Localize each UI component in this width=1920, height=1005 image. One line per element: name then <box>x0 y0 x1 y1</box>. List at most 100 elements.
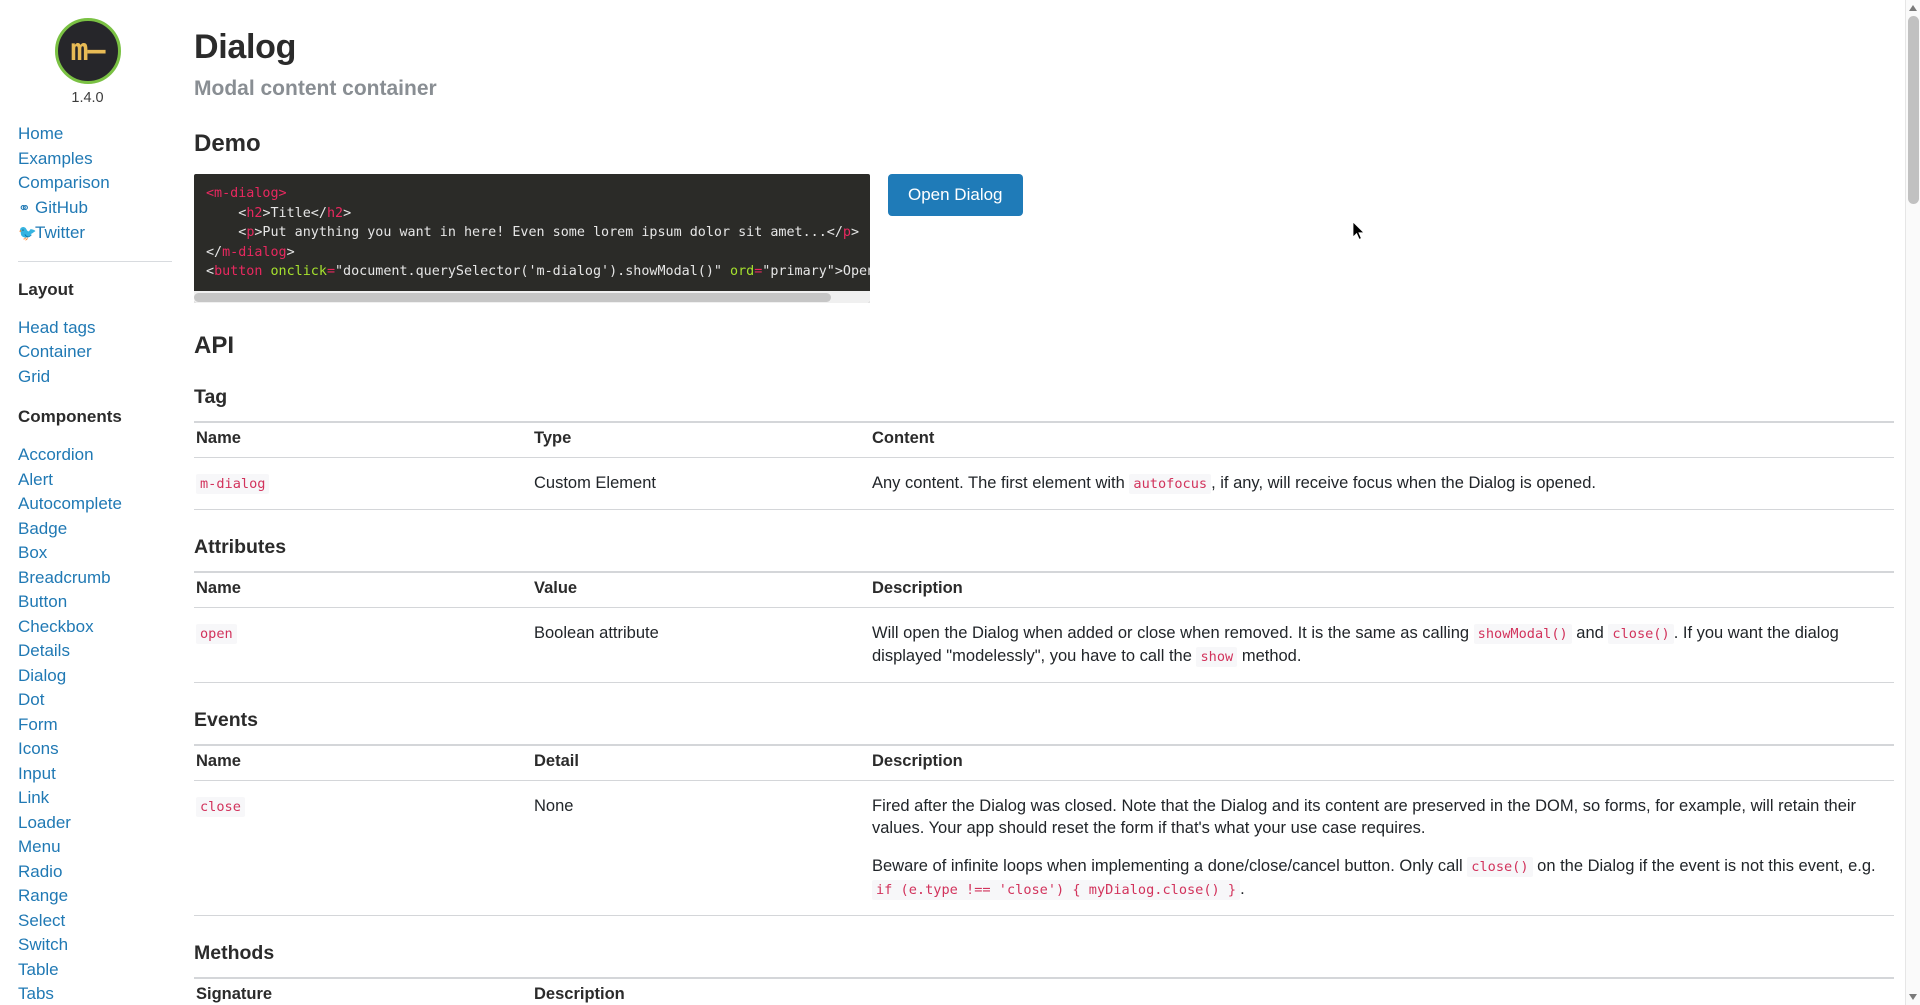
col-header-value: Value <box>532 570 870 608</box>
sidebar-item-dot[interactable]: Dot <box>18 688 190 713</box>
sidebar-item-grid[interactable]: Grid <box>18 365 190 390</box>
tag-content-cell: Any content. The first element with auto… <box>870 457 1894 510</box>
inline-code: showModal() <box>1473 623 1572 644</box>
sidebar-item-tabs[interactable]: Tabs <box>18 982 190 1005</box>
col-header-description: Description <box>870 570 1894 608</box>
table-row: m-dialog Custom Element Any content. The… <box>194 457 1894 510</box>
nav-heading-layout: Layout <box>18 279 74 299</box>
nav-group-layout: Head tags Container Grid <box>0 316 190 390</box>
sidebar-item-radio[interactable]: Radio <box>18 860 190 885</box>
col-header-name: Name <box>194 570 532 608</box>
description-paragraph: Fired after the Dialog was closed. Note … <box>872 796 1857 837</box>
col-header-content: Content <box>870 420 1894 458</box>
tag-name-code: m-dialog <box>196 473 270 494</box>
sidebar-item-container[interactable]: Container <box>18 340 190 365</box>
table-row: close None Fired after the Dialog was cl… <box>194 780 1894 916</box>
col-header-type: Type <box>532 420 870 458</box>
table-header-row: Name Detail Description <box>194 743 1894 781</box>
nav-group-components: Accordion Alert Autocomplete Badge Box B… <box>0 443 190 1005</box>
nav-link-comparison[interactable]: Comparison <box>18 171 190 196</box>
page-scrollbar-thumb[interactable] <box>1908 16 1919 204</box>
code-horizontal-scrollbar[interactable] <box>194 289 870 303</box>
sidebar-item-box[interactable]: Box <box>18 541 190 566</box>
nav-link-examples[interactable]: Examples <box>18 147 190 172</box>
scroll-down-arrow-icon[interactable] <box>1909 994 1917 1000</box>
tag-heading: Tag <box>194 385 228 408</box>
sidebar-item-alert[interactable]: Alert <box>18 468 190 493</box>
demo-code: <m-dialog> <h2>Title</h2> <p>Put anythin… <box>206 186 870 280</box>
inline-code: if (e.type !== 'close') { myDialog.close… <box>872 879 1241 900</box>
tag-type-cell: Custom Element <box>532 457 870 510</box>
main-content: Dialog Modal content container Demo <m-d… <box>190 0 1920 1005</box>
attribute-value-cell: Boolean attribute <box>532 607 870 683</box>
sidebar-item-head-tags[interactable]: Head tags <box>18 316 190 341</box>
sidebar: m— 1.4.0 Home Examples Comparison ⚭ GitHu… <box>0 0 190 1005</box>
attribute-name-code: open <box>196 623 237 644</box>
table-header-row: Name Type Content <box>194 420 1894 458</box>
sidebar-item-switch[interactable]: Switch <box>18 933 190 958</box>
tag-name-cell: m-dialog <box>194 457 532 510</box>
sidebar-item-dialog[interactable]: Dialog <box>18 664 190 689</box>
nav-heading-components: Components <box>18 407 122 426</box>
open-dialog-button[interactable]: Open Dialog <box>888 174 1023 216</box>
sidebar-item-link[interactable]: Link <box>18 786 190 811</box>
demo-code-block: <m-dialog> <h2>Title</h2> <p>Put anythin… <box>194 174 870 303</box>
sidebar-item-select[interactable]: Select <box>18 909 190 934</box>
page-subtitle: Modal content container <box>194 77 437 100</box>
table-header-row: Signature Description <box>194 976 1894 1005</box>
col-header-description: Description <box>532 976 1894 1005</box>
tag-table: Name Type Content m-dialog Custom Elemen… <box>194 420 1894 510</box>
attribute-name-cell: open <box>194 607 532 683</box>
methods-table: Signature Description close([returnValue… <box>194 976 1894 1005</box>
github-icon: ⚭ <box>18 199 31 217</box>
col-header-name: Name <box>194 743 532 781</box>
demo-row: <m-dialog> <h2>Title</h2> <p>Put anythin… <box>194 174 1894 303</box>
event-name-cell: close <box>194 780 532 916</box>
attributes-heading: Attributes <box>194 535 287 558</box>
logo-glyph: m— <box>70 33 105 68</box>
page-scrollbar[interactable] <box>1905 0 1920 1005</box>
sidebar-divider <box>18 260 172 262</box>
col-header-signature: Signature <box>194 976 532 1005</box>
version-label: 1.4.0 <box>71 90 104 106</box>
twitter-icon: 🐦 <box>18 225 37 242</box>
sidebar-item-details[interactable]: Details <box>18 639 190 664</box>
nav-link-github[interactable]: ⚭ GitHub <box>18 196 190 222</box>
sidebar-item-accordion[interactable]: Accordion <box>18 443 190 468</box>
demo-heading: Demo <box>194 130 261 157</box>
table-header-row: Name Value Description <box>194 570 1894 608</box>
inline-code: show <box>1196 646 1238 667</box>
scroll-up-arrow-icon[interactable] <box>1909 5 1917 11</box>
documentation-page: m— 1.4.0 Home Examples Comparison ⚭ GitHu… <box>0 0 1920 1005</box>
description-paragraph: Beware of infinite loops when implementi… <box>872 856 1876 900</box>
sidebar-item-form[interactable]: Form <box>18 713 190 738</box>
primary-nav: Home Examples Comparison ⚭ GitHub 🐦Twitte… <box>0 122 190 247</box>
inline-code: close() <box>1467 856 1533 877</box>
col-header-name: Name <box>194 420 532 458</box>
sidebar-item-autocomplete[interactable]: Autocomplete <box>18 492 190 517</box>
page-title: Dialog <box>194 28 297 66</box>
sidebar-item-menu[interactable]: Menu <box>18 835 190 860</box>
sidebar-item-breadcrumb[interactable]: Breadcrumb <box>18 566 190 591</box>
inline-code: autofocus <box>1129 473 1212 494</box>
sidebar-item-input[interactable]: Input <box>18 762 190 787</box>
code-scrollbar-thumb[interactable] <box>194 292 831 302</box>
nav-link-twitter[interactable]: 🐦Twitter <box>18 221 190 247</box>
methods-heading: Methods <box>194 941 275 964</box>
event-name-code: close <box>196 796 245 817</box>
table-row: open Boolean attribute Will open the Dia… <box>194 607 1894 683</box>
col-header-description: Description <box>870 743 1894 781</box>
nav-link-home[interactable]: Home <box>18 122 190 147</box>
sidebar-item-range[interactable]: Range <box>18 884 190 909</box>
sidebar-item-table[interactable]: Table <box>18 958 190 983</box>
sidebar-item-button[interactable]: Button <box>18 590 190 615</box>
logo-block: m— 1.4.0 <box>0 18 175 106</box>
sidebar-item-badge[interactable]: Badge <box>18 517 190 542</box>
event-detail-cell: None <box>532 780 870 916</box>
sidebar-item-checkbox[interactable]: Checkbox <box>18 615 190 640</box>
events-heading: Events <box>194 708 258 731</box>
mvp-logo-icon: m— <box>54 18 121 84</box>
sidebar-item-loader[interactable]: Loader <box>18 811 190 836</box>
events-table: Name Detail Description close None Fired… <box>194 743 1894 916</box>
sidebar-item-icons[interactable]: Icons <box>18 737 190 762</box>
